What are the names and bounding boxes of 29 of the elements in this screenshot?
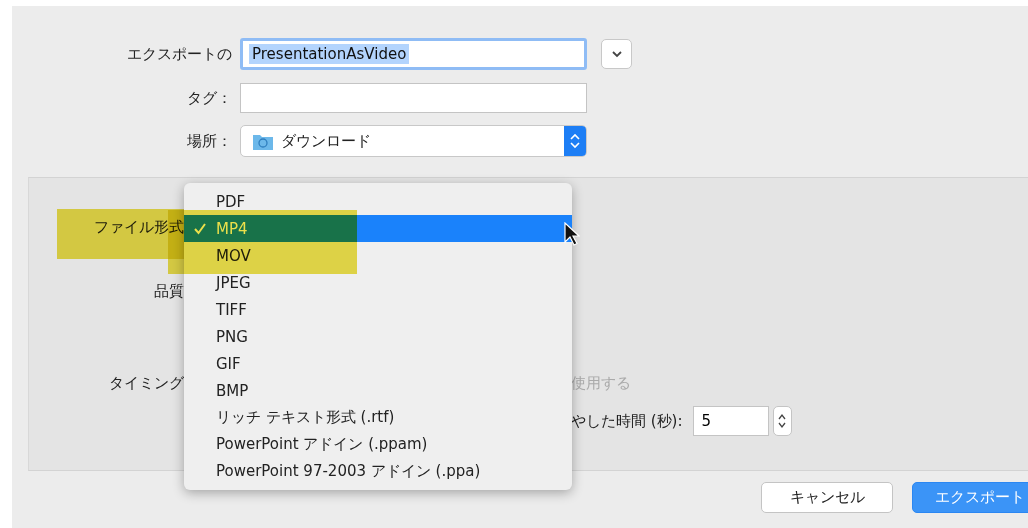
- chevron-down-icon: [611, 50, 622, 58]
- field-label: エクスポートの: [126, 44, 233, 64]
- menu-item[interactable]: PDF: [184, 188, 572, 215]
- menu-item[interactable]: PowerPoint アドイン (.ppam): [184, 431, 572, 458]
- folder-icon: [253, 132, 273, 150]
- format-label: ファイル形式: [93, 217, 185, 237]
- option-label: 使用する: [571, 373, 631, 393]
- menu-item[interactable]: PNG: [184, 323, 572, 350]
- cursor-icon: [564, 222, 580, 246]
- menu-item[interactable]: PowerPoint 97-2003 アドイン (.ppa): [184, 458, 572, 485]
- field-label: タグ：: [186, 88, 233, 108]
- tags-field[interactable]: [240, 83, 587, 113]
- menu-item[interactable]: リッチ テキスト形式 (.rtf): [184, 404, 572, 431]
- duration-label: やした時間 (秒):: [571, 411, 683, 431]
- menu-item[interactable]: BMP: [184, 377, 572, 404]
- cancel-button[interactable]: キャンセル: [761, 482, 893, 513]
- up-down-icon: [570, 133, 580, 149]
- timing-label: タイミング: [108, 373, 185, 393]
- expand-button[interactable]: [601, 39, 632, 69]
- quality-label: 品質: [153, 281, 185, 301]
- menu-item[interactable]: TIFF: [184, 296, 572, 323]
- name-field[interactable]: PresentationAsVideo: [240, 38, 587, 70]
- duration-field[interactable]: 5: [692, 406, 769, 436]
- menu-item[interactable]: JPEG: [184, 269, 572, 296]
- stepper-button[interactable]: [772, 406, 792, 436]
- field-label: 場所：: [186, 131, 233, 151]
- menu-item[interactable]: GIF: [184, 350, 572, 377]
- up-down-icon: [778, 413, 787, 429]
- location-popup[interactable]: ダウンロード: [240, 125, 587, 157]
